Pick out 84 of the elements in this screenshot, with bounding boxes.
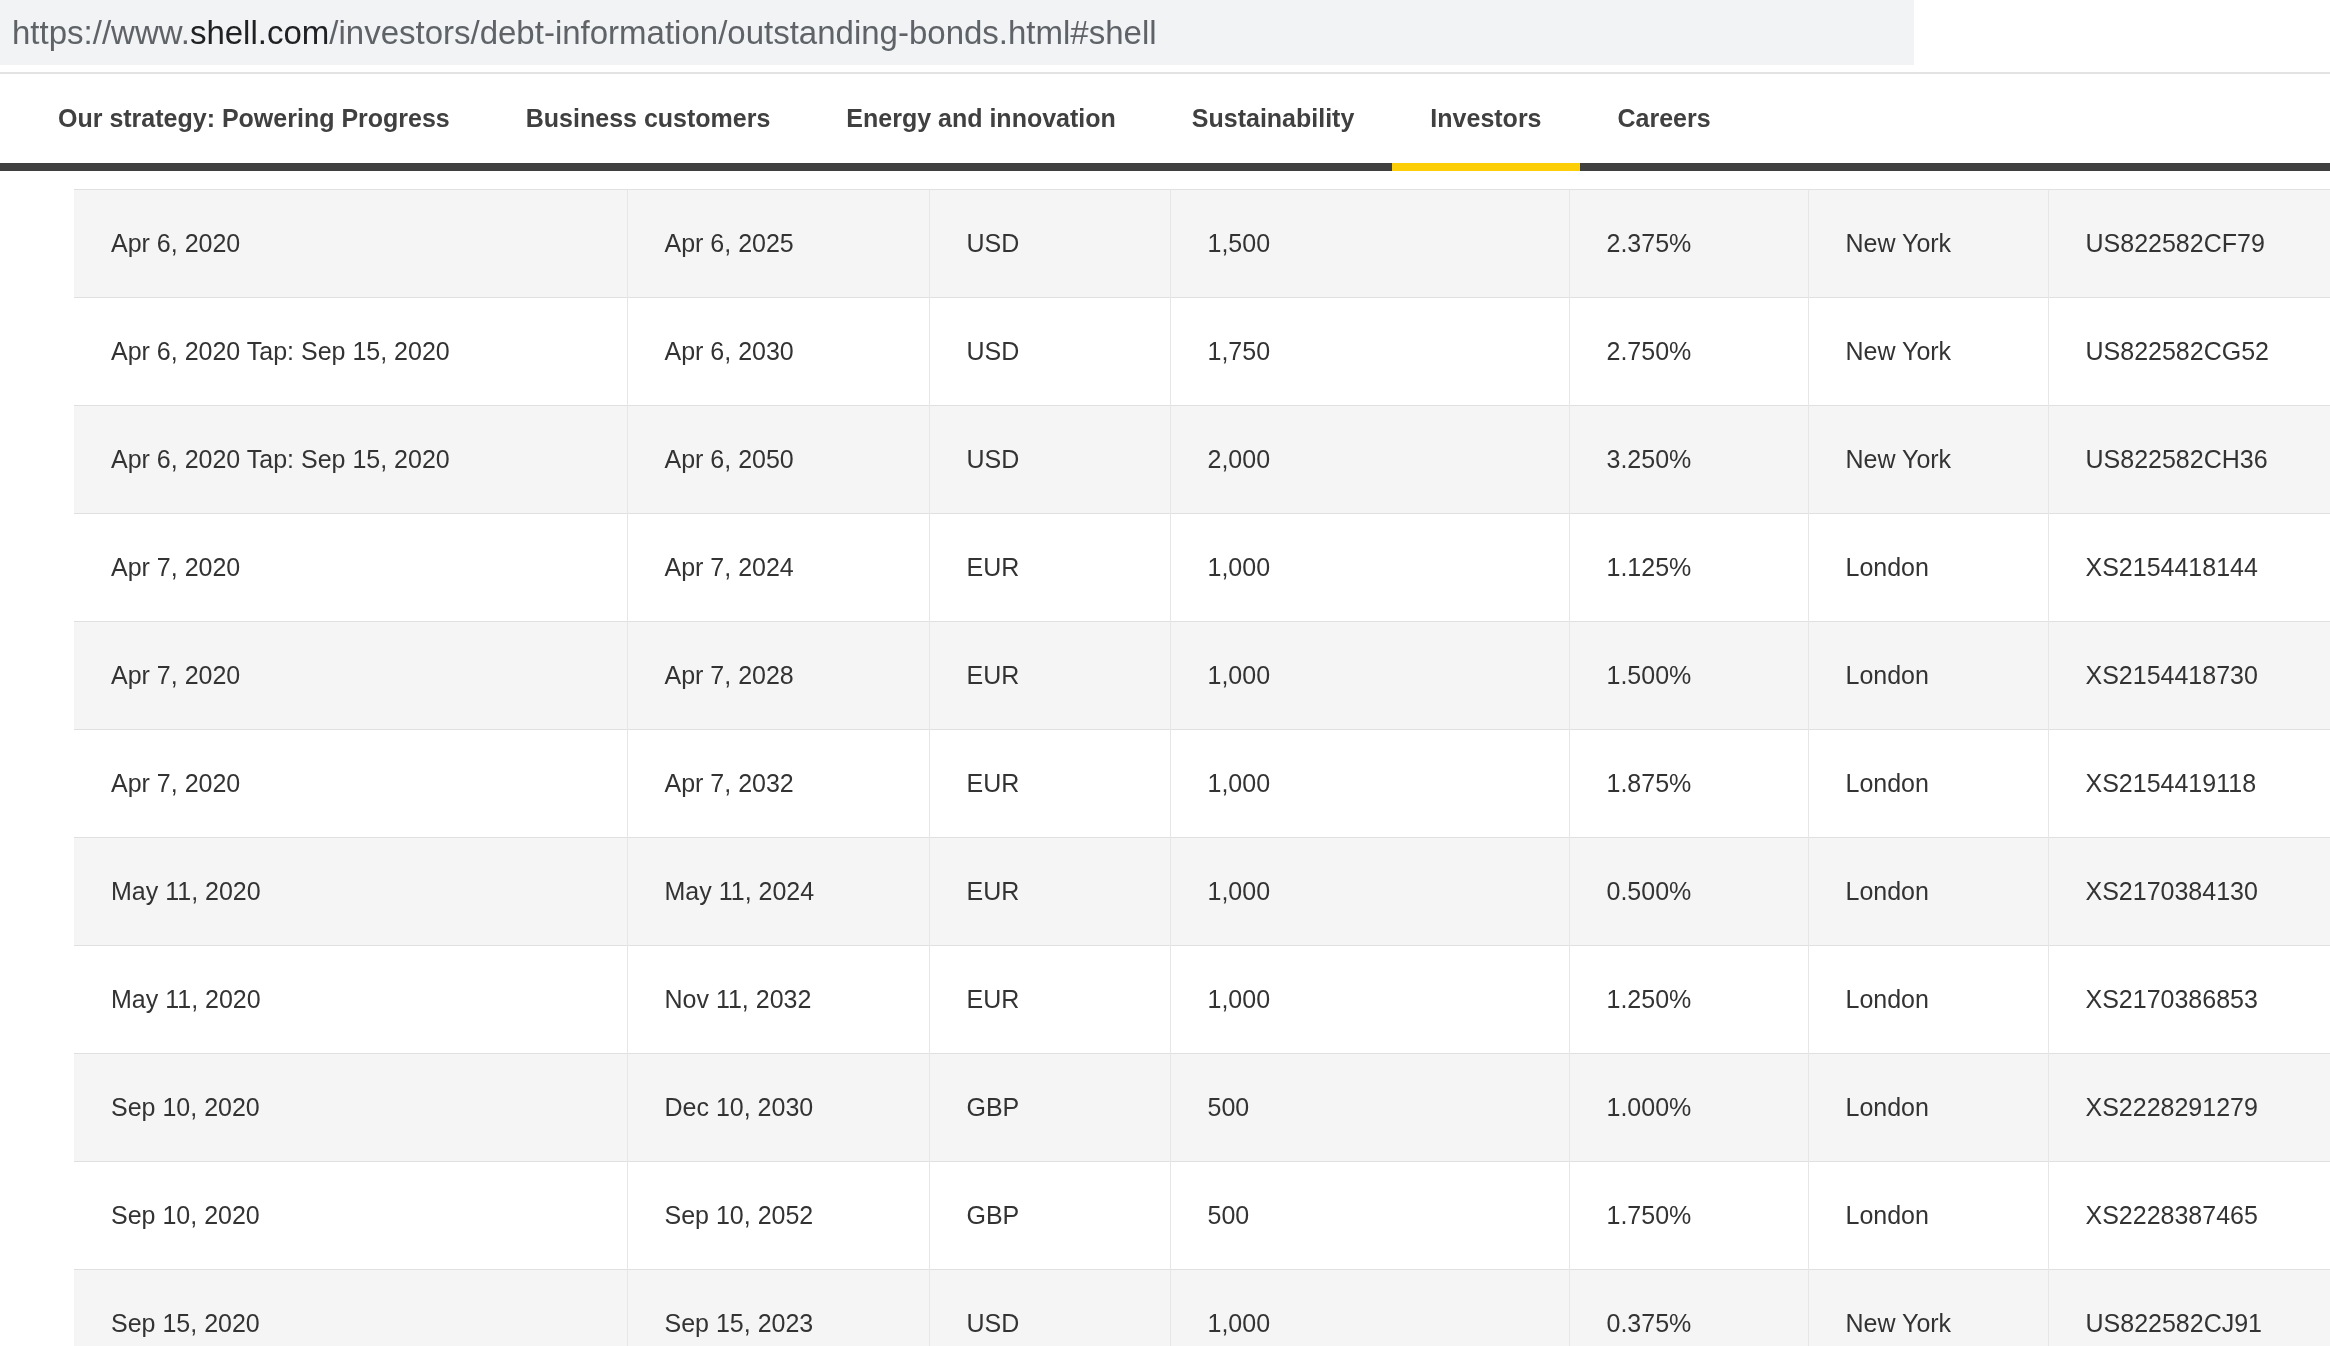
table-cell: US822582CG52 <box>2048 297 2330 406</box>
table-cell: London <box>1808 621 2048 730</box>
table-cell: London <box>1808 1053 2048 1162</box>
table-cell: Apr 6, 2050 <box>627 405 929 514</box>
table-cell: 1.750% <box>1569 1161 1808 1270</box>
table-cell: Dec 10, 2030 <box>627 1053 929 1162</box>
table-cell: 1.250% <box>1569 945 1808 1054</box>
table-cell: New York <box>1808 405 2048 514</box>
table-cell: 2.375% <box>1569 189 1808 298</box>
nav-tab[interactable]: Careers <box>1579 74 1749 171</box>
table-cell: EUR <box>929 621 1170 730</box>
table-cell: 1,000 <box>1170 945 1569 1054</box>
table-cell: 3.250% <box>1569 405 1808 514</box>
table-cell: New York <box>1808 1269 2048 1346</box>
nav-tab[interactable]: Sustainability <box>1153 74 1393 171</box>
table-cell: EUR <box>929 945 1170 1054</box>
table-cell: XS2154419118 <box>2048 729 2330 838</box>
nav-tab[interactable]: Investors <box>1392 74 1580 171</box>
table-cell: USD <box>929 189 1170 298</box>
table-cell: US822582CF79 <box>2048 189 2330 298</box>
table-cell: XS2228387465 <box>2048 1161 2330 1270</box>
table-cell: Sep 15, 2020 <box>74 1269 627 1346</box>
table-cell: Nov 11, 2032 <box>627 945 929 1054</box>
table-cell: Sep 15, 2023 <box>627 1269 929 1346</box>
table-cell: Sep 10, 2052 <box>627 1161 929 1270</box>
table-cell: XS2170386853 <box>2048 945 2330 1054</box>
table-cell: US822582CH36 <box>2048 405 2330 514</box>
table-cell: Sep 10, 2020 <box>74 1161 627 1270</box>
table-cell: Apr 7, 2020 <box>74 729 627 838</box>
table-cell: 1,000 <box>1170 621 1569 730</box>
table-cell: Apr 7, 2020 <box>74 513 627 622</box>
table-cell: EUR <box>929 837 1170 946</box>
table-cell: 1.125% <box>1569 513 1808 622</box>
table-cell: EUR <box>929 513 1170 622</box>
table-cell: New York <box>1808 297 2048 406</box>
table-cell: London <box>1808 513 2048 622</box>
table-cell: GBP <box>929 1053 1170 1162</box>
address-bar[interactable]: https://www.shell.com/investors/debt-information/outstanding-bonds.html#shell <box>0 0 1914 65</box>
table-cell: Apr 7, 2024 <box>627 513 929 622</box>
table-cell: 500 <box>1170 1053 1569 1162</box>
table-cell: 1,000 <box>1170 513 1569 622</box>
table-cell: Apr 7, 2020 <box>74 621 627 730</box>
table-cell: 1.500% <box>1569 621 1808 730</box>
table-cell: London <box>1808 837 2048 946</box>
table-cell: Apr 6, 2025 <box>627 189 929 298</box>
table-cell: Sep 10, 2020 <box>74 1053 627 1162</box>
table-cell: London <box>1808 945 2048 1054</box>
table-cell: Apr 6, 2020 Tap: Sep 15, 2020 <box>74 405 627 514</box>
table-cell: Apr 6, 2020 <box>74 189 627 298</box>
table-cell: May 11, 2024 <box>627 837 929 946</box>
table-cell: Apr 6, 2020 Tap: Sep 15, 2020 <box>74 297 627 406</box>
table-cell: 0.375% <box>1569 1269 1808 1346</box>
table-cell: 500 <box>1170 1161 1569 1270</box>
table-cell: XS2228291279 <box>2048 1053 2330 1162</box>
table-cell: USD <box>929 405 1170 514</box>
table-cell: May 11, 2020 <box>74 837 627 946</box>
table-cell: 1,000 <box>1170 729 1569 838</box>
table-cell: 1,000 <box>1170 1269 1569 1346</box>
table-cell: EUR <box>929 729 1170 838</box>
table-cell: Apr 7, 2028 <box>627 621 929 730</box>
table-cell: 0.500% <box>1569 837 1808 946</box>
nav-tab[interactable]: Business customers <box>487 74 809 171</box>
table-cell: XS2154418730 <box>2048 621 2330 730</box>
table-cell: GBP <box>929 1161 1170 1270</box>
table-cell: 2.750% <box>1569 297 1808 406</box>
table-cell: 1,000 <box>1170 837 1569 946</box>
nav-tab[interactable]: Energy and innovation <box>808 74 1154 171</box>
table-cell: USD <box>929 1269 1170 1346</box>
table-cell: 1,500 <box>1170 189 1569 298</box>
table-cell: USD <box>929 297 1170 406</box>
table-cell: XS2170384130 <box>2048 837 2330 946</box>
table-cell: 1.000% <box>1569 1053 1808 1162</box>
table-cell: 1.875% <box>1569 729 1808 838</box>
table-cell: May 11, 2020 <box>74 945 627 1054</box>
table-cell: 1,750 <box>1170 297 1569 406</box>
table-cell: US822582CJ91 <box>2048 1269 2330 1346</box>
table-cell: London <box>1808 1161 2048 1270</box>
table-cell: 2,000 <box>1170 405 1569 514</box>
table-cell: Apr 7, 2032 <box>627 729 929 838</box>
table-cell: London <box>1808 729 2048 838</box>
table-cell: Apr 6, 2030 <box>627 297 929 406</box>
table-cell: New York <box>1808 189 2048 298</box>
nav-tab[interactable]: Our strategy: Powering Progress <box>20 74 488 171</box>
table-cell: XS2154418144 <box>2048 513 2330 622</box>
